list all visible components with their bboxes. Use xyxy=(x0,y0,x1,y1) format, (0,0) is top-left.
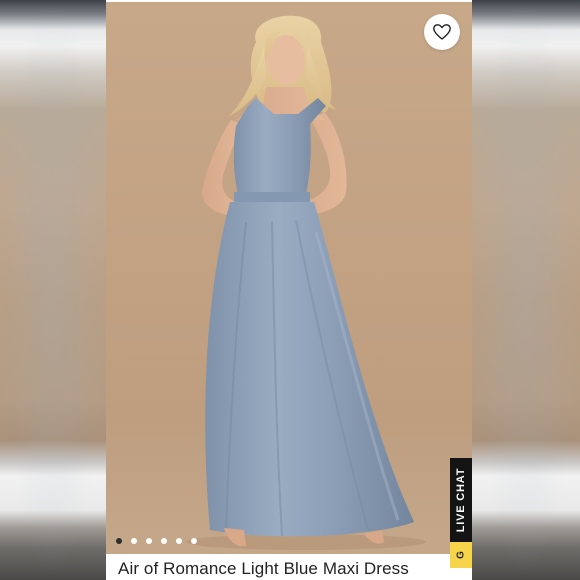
gallery-dot-4[interactable] xyxy=(161,538,167,544)
heart-icon xyxy=(433,24,451,40)
favorite-button[interactable] xyxy=(424,14,460,50)
live-chat-tab-label: G xyxy=(455,551,467,559)
gallery-dot-3[interactable] xyxy=(146,538,152,544)
gallery-dot-2[interactable] xyxy=(131,538,137,544)
product-title: Air of Romance Light Blue Maxi Dress xyxy=(118,559,409,578)
blurred-backdrop-right xyxy=(472,0,580,580)
live-chat-label: LIVE CHAT xyxy=(455,467,467,533)
gallery-pagination xyxy=(116,538,197,544)
gallery-dot-1[interactable] xyxy=(116,538,122,544)
gallery-dot-5[interactable] xyxy=(176,538,182,544)
live-chat-button[interactable]: LIVE CHAT xyxy=(450,458,472,542)
gallery-dot-6[interactable] xyxy=(191,538,197,544)
model-illustration xyxy=(186,15,426,550)
product-photo[interactable] xyxy=(106,2,472,554)
blurred-backdrop-left xyxy=(0,0,106,580)
live-chat-tab[interactable]: G xyxy=(450,542,472,568)
product-card: Air of Romance Light Blue Maxi Dress xyxy=(106,0,472,580)
